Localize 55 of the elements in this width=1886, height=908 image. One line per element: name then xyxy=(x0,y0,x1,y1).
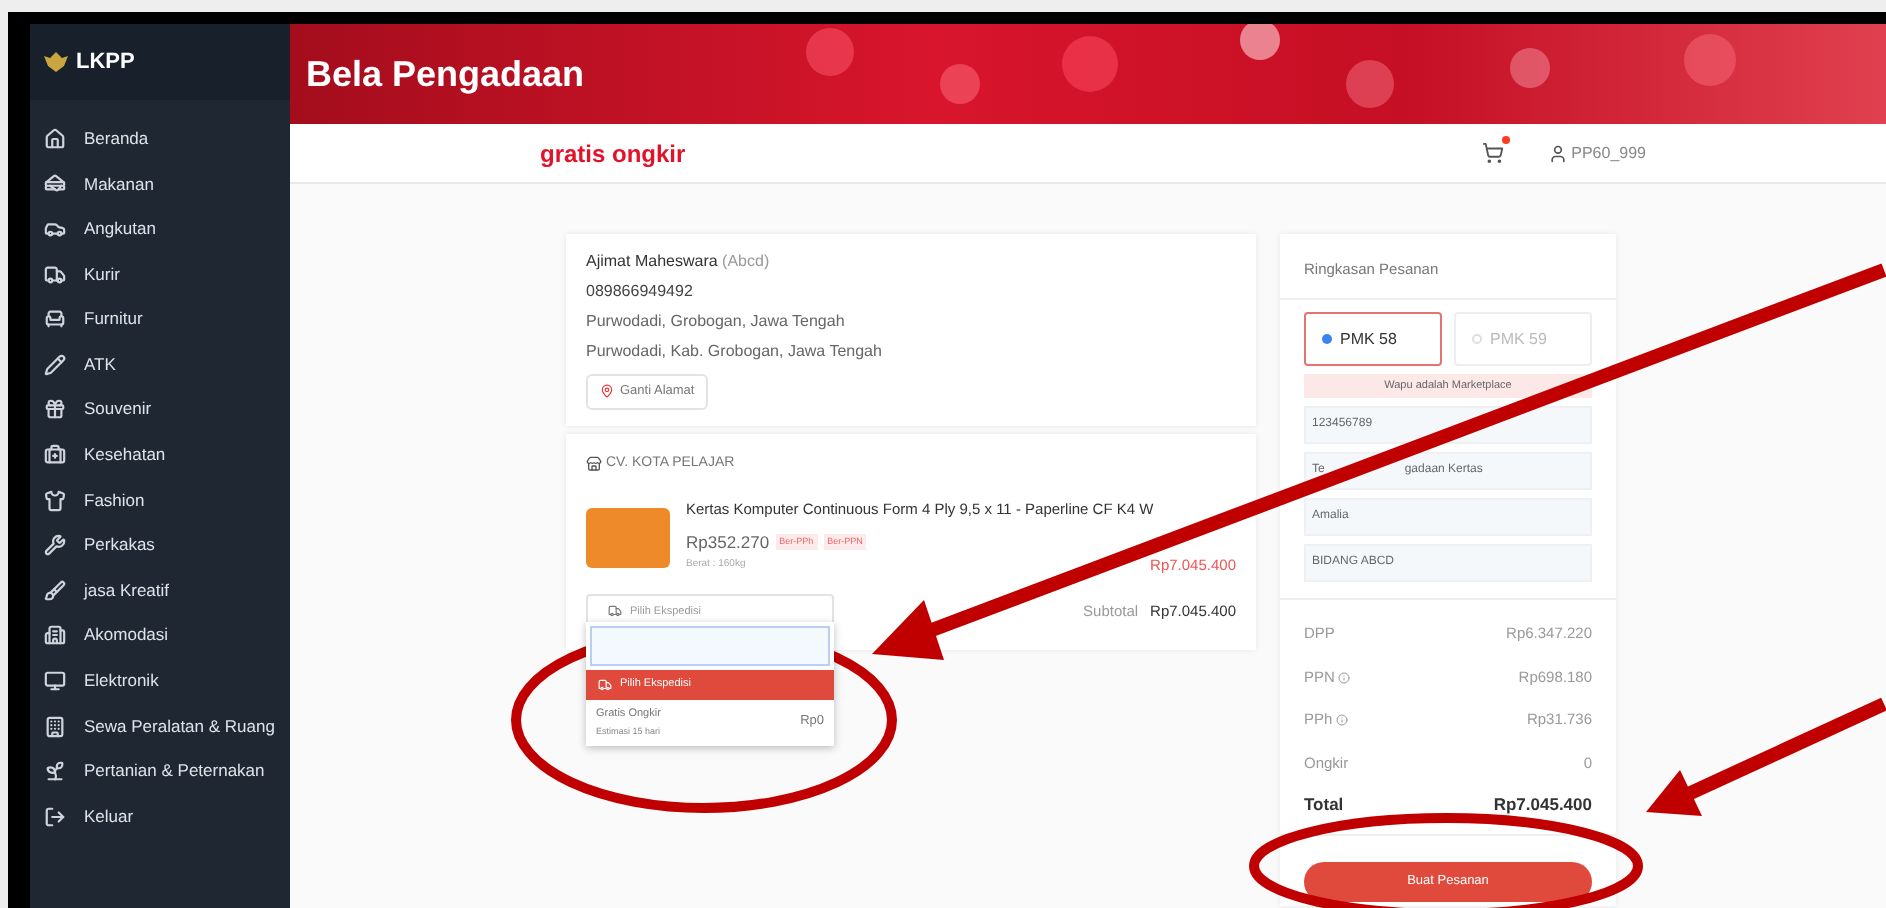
menu-icon xyxy=(44,172,66,195)
logo-text: LKPP xyxy=(76,47,135,78)
info-icon[interactable] xyxy=(1338,671,1351,683)
menu-icon xyxy=(44,217,66,240)
menu-icon xyxy=(44,579,66,602)
sidebar-item[interactable]: Kesehatan xyxy=(30,432,290,478)
menu-icon xyxy=(44,353,66,376)
sidebar-item[interactable]: Souvenir xyxy=(30,387,290,433)
map-pin-icon xyxy=(600,384,614,399)
cart-icon[interactable] xyxy=(1481,142,1504,164)
menu-icon xyxy=(44,443,66,466)
menu-icon xyxy=(44,308,66,331)
address-line: Purwodadi, Grobogan, Jawa Tengah xyxy=(586,310,847,334)
product-price: Rp352.270 xyxy=(686,529,770,555)
brand-logo: gratis ongkir xyxy=(540,137,686,171)
sidebar-item[interactable]: jasa Kreatif xyxy=(30,567,290,614)
user-icon xyxy=(1547,143,1568,163)
info-icon[interactable] xyxy=(1336,714,1349,726)
sidebar-item[interactable]: Kurir xyxy=(30,251,290,297)
courier-search-field[interactable] xyxy=(590,625,830,666)
menu-icon xyxy=(44,127,66,150)
store-icon xyxy=(586,456,602,472)
menu-icon xyxy=(44,669,66,692)
recipient-name: Ajimat Maheswara (Abcd) xyxy=(586,250,772,274)
address-line: Purwodadi, Kab. Grobogan, Jawa Tengah xyxy=(586,340,884,364)
page-title: Bela Pengadaan xyxy=(306,51,585,98)
emblem-icon xyxy=(42,50,70,74)
phone-number: 089866949492 xyxy=(586,280,695,304)
sidebar-item[interactable]: Beranda xyxy=(30,116,290,162)
menu-icon xyxy=(44,760,66,783)
sidebar-item[interactable]: Keluar xyxy=(30,793,290,839)
truck-icon xyxy=(608,604,622,619)
sidebar-item[interactable]: Angkutan xyxy=(30,206,290,252)
truck-icon xyxy=(598,677,612,692)
menu-icon xyxy=(44,805,66,828)
sidebar-item[interactable]: ATK xyxy=(30,341,290,388)
menu-icon xyxy=(44,534,66,557)
sidebar-item[interactable]: Akomodasi xyxy=(30,613,290,659)
total-value: Rp7.045.400 xyxy=(1493,792,1592,819)
total-label: Total xyxy=(1304,792,1344,819)
sidebar-item[interactable]: Elektronik xyxy=(30,658,290,704)
sidebar-item[interactable]: Pertanian & Peternakan xyxy=(30,748,290,794)
user-name[interactable]: PP60_999 xyxy=(1571,141,1646,165)
sidebar-item[interactable]: Perkakas xyxy=(30,522,290,568)
sidebar-item[interactable]: Fashion xyxy=(30,477,290,523)
sidebar-item[interactable]: Makanan xyxy=(30,161,290,207)
menu-icon xyxy=(44,263,66,286)
menu-icon xyxy=(44,624,66,647)
menu-icon xyxy=(44,489,66,512)
product-photo-placeholder xyxy=(586,508,670,569)
sidebar-item[interactable]: Furnitur xyxy=(30,296,290,342)
menu-icon xyxy=(44,398,66,421)
menu-icon xyxy=(44,715,66,738)
tax-option[interactable]: PMK 58 xyxy=(1304,312,1442,366)
sidebar-item[interactable]: Sewa Peralatan & Ruang xyxy=(30,703,290,749)
